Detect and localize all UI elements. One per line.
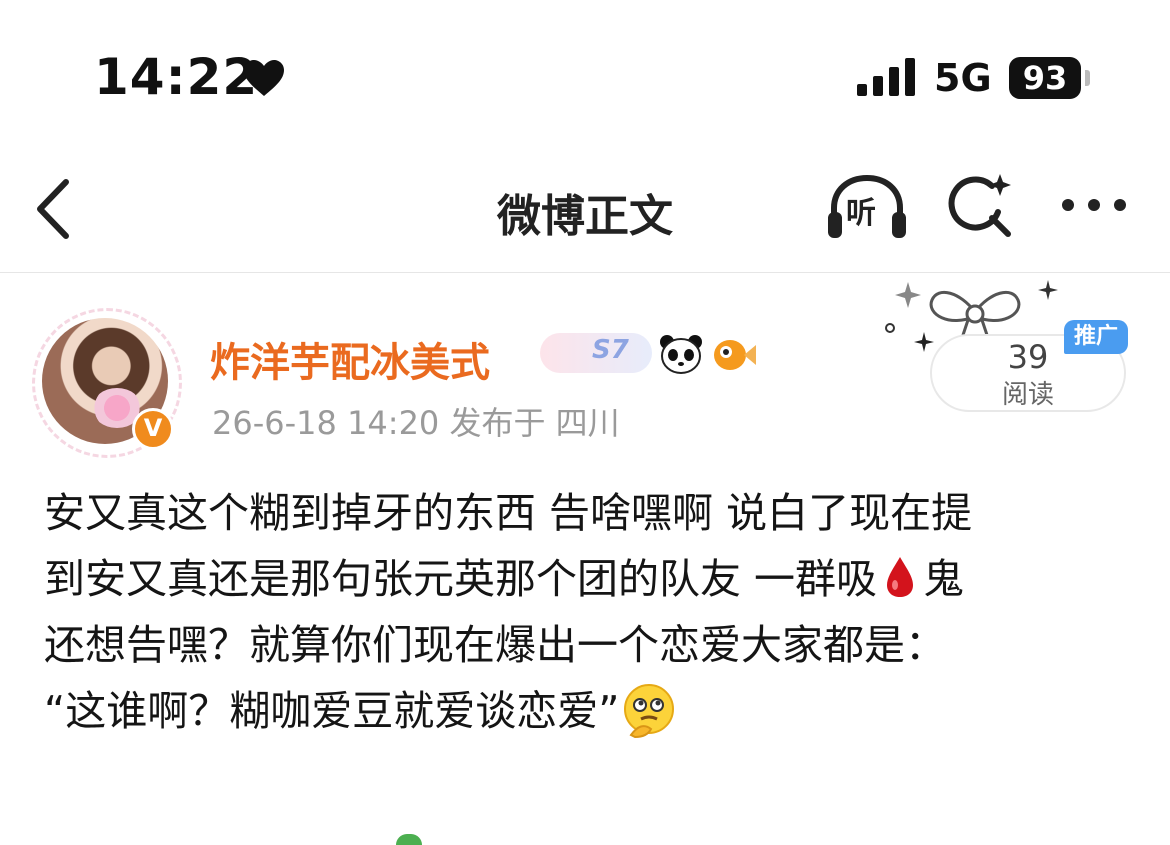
blood-drop-icon — [887, 557, 914, 597]
more-icon[interactable] — [1058, 194, 1130, 216]
promo-tag[interactable]: 推广 — [1064, 320, 1128, 354]
post-meta: 26-6-18 14:20 发布于 四川 — [212, 404, 620, 442]
post-line: 到安又真还是那句张元英那个团的队友 一群吸鬼 — [44, 546, 1134, 612]
fan-level-badge-text: S7 — [592, 335, 629, 365]
username[interactable]: 炸洋芋配冰美式 — [210, 330, 490, 388]
post-line: “这谁啊？糊咖爱豆就爱谈恋爱” — [44, 678, 1134, 744]
search-sparkle-icon[interactable] — [948, 174, 1014, 240]
signal-icon — [857, 58, 915, 96]
battery-level: 93 — [1009, 57, 1081, 99]
read-label: 阅读 — [1001, 380, 1054, 410]
post-line-part: 鬼 — [923, 555, 965, 603]
post-line-part: 到安又真还是那句张元英那个团的队友 一群吸 — [44, 555, 878, 603]
fish-icon — [714, 340, 756, 370]
post-line: 还想告嘿？就算你们现在爆出一个恋爱大家都是： — [44, 621, 946, 669]
bottom-decoration — [396, 834, 422, 845]
panda-icon — [660, 335, 702, 374]
nav-bar: 微博正文 听 — [0, 150, 1170, 273]
battery-nub — [1085, 70, 1090, 86]
post-body: 安又真这个糊到掉牙的东西 告啥嘿啊 说白了现在提 到安又真还是那句张元英那个团的… — [44, 480, 1134, 744]
status-bar: 14:22 5G 93 — [0, 0, 1170, 150]
post-line-part: “这谁啊？糊咖爱豆就爱谈恋爱” — [44, 687, 620, 735]
thinking-face-icon — [624, 684, 675, 739]
status-time: 14:22 — [94, 48, 259, 106]
heart-icon — [244, 60, 284, 96]
network-type: 5G — [934, 56, 992, 100]
post-line: 安又真这个糊到掉牙的东西 告啥嘿啊 说白了现在提 — [44, 489, 973, 537]
verified-badge: V — [132, 408, 174, 450]
listen-label: 听 — [846, 196, 876, 231]
